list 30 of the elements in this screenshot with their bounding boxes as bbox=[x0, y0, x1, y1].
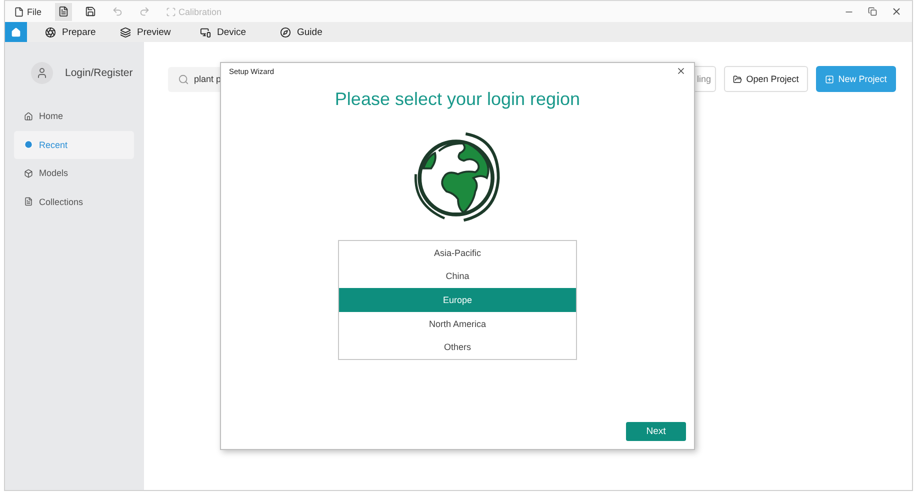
folder-icon bbox=[733, 74, 742, 84]
nav-tab[interactable]: Device bbox=[182, 22, 262, 42]
dialog-heading: Please select your login region bbox=[334, 89, 580, 110]
sidebar-item[interactable]: Home bbox=[14, 102, 134, 130]
nav-tab[interactable]: Guide bbox=[262, 22, 342, 42]
file-menu[interactable]: File bbox=[11, 2, 45, 20]
sidebar-item[interactable]: Collections bbox=[14, 188, 134, 216]
plus-icon bbox=[825, 74, 834, 84]
close-icon[interactable] bbox=[676, 66, 686, 76]
collections-icon bbox=[24, 197, 33, 206]
document-icon bbox=[14, 6, 24, 16]
login-link[interactable]: Login/Register bbox=[65, 67, 133, 79]
device-icon bbox=[200, 26, 211, 38]
prepare-icon bbox=[45, 26, 56, 38]
guide-icon bbox=[280, 26, 291, 38]
region-option[interactable]: Europe bbox=[339, 288, 576, 312]
scan-icon bbox=[166, 6, 176, 16]
open-project-button[interactable]: Open Project bbox=[724, 66, 808, 92]
nav-tab[interactable]: Preview bbox=[102, 22, 182, 42]
home-icon bbox=[11, 26, 21, 38]
avatar-icon[interactable] bbox=[31, 62, 53, 84]
sidebar-item[interactable]: Models bbox=[14, 159, 134, 187]
home-icon bbox=[24, 112, 33, 120]
nav-tab[interactable]: Prepare bbox=[27, 22, 102, 42]
list-icon[interactable] bbox=[54, 2, 72, 20]
home-tab[interactable] bbox=[5, 22, 27, 42]
search-icon bbox=[178, 74, 189, 84]
preview-icon bbox=[120, 26, 131, 38]
models-icon bbox=[24, 168, 33, 178]
next-button[interactable]: Next bbox=[626, 422, 686, 441]
